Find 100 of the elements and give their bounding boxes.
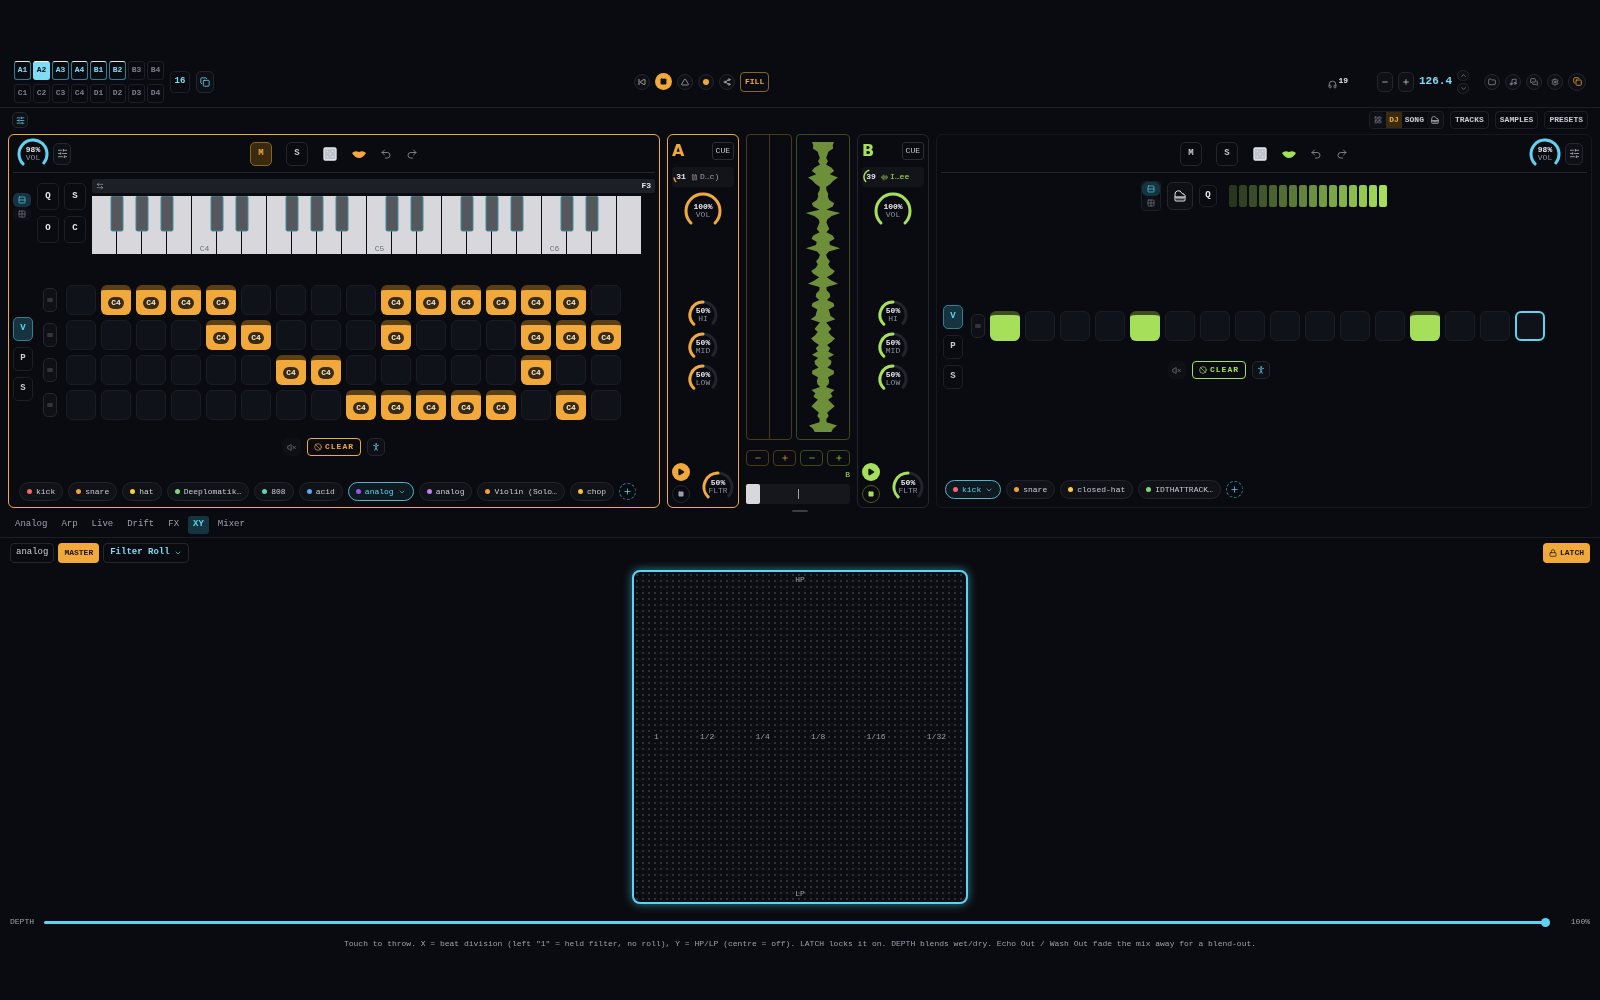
pattern-slot[interactable]: D2 xyxy=(109,83,126,103)
pad-mode-button[interactable]: S xyxy=(64,183,86,210)
step-pad[interactable] xyxy=(1410,311,1440,341)
track-chip[interactable]: chop xyxy=(569,482,615,501)
panel-tab[interactable]: Analog xyxy=(10,515,53,534)
settings-button[interactable] xyxy=(1547,73,1563,90)
track-chip[interactable]: snare xyxy=(68,482,118,501)
stop-button[interactable] xyxy=(655,73,672,90)
step-pad[interactable]: C4 xyxy=(171,285,201,315)
pattern-length-button[interactable]: 16 xyxy=(170,70,190,93)
pad-mode-button[interactable]: C xyxy=(64,215,86,243)
mute-button[interactable]: M xyxy=(250,141,272,166)
track-chip[interactable]: IDTHATTRACK… xyxy=(1138,480,1221,499)
panel-tab[interactable]: Mixer xyxy=(212,515,250,534)
solo-button[interactable]: S xyxy=(286,141,308,166)
mode-tab[interactable]: V xyxy=(13,317,33,341)
step-pad[interactable]: C4 xyxy=(241,320,271,350)
resize-handle[interactable] xyxy=(792,510,808,512)
effect-dropdown[interactable]: Filter Roll xyxy=(103,543,189,563)
step-pad[interactable]: C4 xyxy=(521,320,551,350)
step-pad[interactable]: C4 xyxy=(101,285,131,315)
play-button[interactable] xyxy=(862,463,880,481)
pattern-slot[interactable]: D3 xyxy=(128,83,145,103)
step-pad[interactable]: C4 xyxy=(381,285,411,315)
track-chip[interactable]: kick xyxy=(19,482,64,501)
step-pad[interactable]: C4 xyxy=(416,390,446,420)
xy-pad[interactable]: HP 1 1/2 1/4 1/8 1/16 1/32 LP xyxy=(632,570,968,904)
pattern-slot[interactable]: A1 xyxy=(14,60,31,80)
pattern-slot[interactable]: B1 xyxy=(90,60,107,80)
nudge-minus-button[interactable] xyxy=(800,450,823,466)
nudge-down-button[interactable] xyxy=(1457,82,1469,94)
step-pad[interactable]: C4 xyxy=(486,390,516,420)
step-pad[interactable]: C4 xyxy=(521,285,551,315)
redo-icon[interactable] xyxy=(1336,147,1348,160)
step-pad[interactable]: C4 xyxy=(451,390,481,420)
step-pad[interactable]: C4 xyxy=(556,285,586,315)
cue-button[interactable]: CUE xyxy=(711,142,734,160)
nudge-up-button[interactable] xyxy=(1457,69,1469,81)
nudge-minus-button[interactable] xyxy=(746,450,769,466)
layers-button[interactable] xyxy=(1568,72,1586,91)
headphones-icon[interactable] xyxy=(1328,79,1338,89)
list-view-button[interactable] xyxy=(1142,182,1160,196)
mode-tab[interactable]: P xyxy=(943,335,963,359)
track-chip[interactable]: Deeplomatik… xyxy=(166,482,250,501)
mute-toggle-button[interactable] xyxy=(1168,361,1186,379)
step-pad[interactable]: C4 xyxy=(451,285,481,315)
row-handle-button[interactable] xyxy=(43,323,57,347)
step-pad[interactable]: C4 xyxy=(311,355,341,385)
undo-icon[interactable] xyxy=(380,147,392,160)
view-tab[interactable]: SONG xyxy=(1401,112,1427,128)
track-chip[interactable]: acid xyxy=(298,482,343,501)
pattern-slot[interactable]: A4 xyxy=(71,60,88,80)
track-chip[interactable]: analog xyxy=(418,482,473,501)
latch-button[interactable]: LATCH xyxy=(1543,543,1590,563)
sliders-button[interactable] xyxy=(53,142,71,165)
nudge-plus-button[interactable] xyxy=(827,450,850,466)
music-button[interactable] xyxy=(1505,73,1521,90)
panel-tab[interactable]: Drift xyxy=(122,515,160,534)
track-chip[interactable]: analog xyxy=(347,482,414,501)
pattern-slot[interactable]: A2 xyxy=(33,60,50,80)
share-button[interactable] xyxy=(719,73,735,90)
folder-button[interactable] xyxy=(1484,73,1500,90)
step-pad[interactable]: C4 xyxy=(591,320,621,350)
pattern-slot[interactable]: B3 xyxy=(128,60,145,80)
mode-tab[interactable]: S xyxy=(943,365,963,389)
pattern-slot[interactable]: B4 xyxy=(147,60,164,80)
cue-button[interactable]: CUE xyxy=(901,142,924,160)
tempo-down-button[interactable] xyxy=(1377,71,1393,92)
mode-tab[interactable]: S xyxy=(13,377,33,401)
pattern-slot[interactable]: D4 xyxy=(147,83,164,103)
track-chip[interactable]: Violin (Solo… xyxy=(477,482,565,501)
step-pad[interactable]: C4 xyxy=(486,285,516,315)
instrument-button[interactable]: analog xyxy=(10,543,55,563)
dice-icon[interactable] xyxy=(1252,145,1268,162)
step-pad[interactable]: C4 xyxy=(556,320,586,350)
play-button[interactable] xyxy=(672,463,690,481)
mode-tab[interactable]: V xyxy=(943,305,963,329)
keyboard-ruler[interactable]: F3 xyxy=(92,179,655,193)
run-button[interactable] xyxy=(1252,361,1270,379)
knob-arc[interactable] xyxy=(17,138,49,165)
knob-arc[interactable] xyxy=(1529,138,1561,165)
step-pad[interactable]: C4 xyxy=(206,285,236,315)
step-pad[interactable]: C4 xyxy=(381,320,411,350)
mute-toggle-button[interactable] xyxy=(283,438,301,456)
step-pad[interactable] xyxy=(1130,311,1160,341)
pad-mode-button[interactable]: O xyxy=(37,215,59,243)
depth-thumb[interactable] xyxy=(1541,917,1550,927)
pattern-slot[interactable]: C4 xyxy=(71,83,88,103)
step-pad[interactable]: C4 xyxy=(206,320,236,350)
row-handle-button[interactable] xyxy=(43,358,57,382)
panel-tab[interactable]: Arp xyxy=(56,515,83,534)
pad-mode-button[interactable]: Q xyxy=(37,183,59,210)
crossfader-track[interactable] xyxy=(746,484,850,504)
pattern-slot[interactable]: B2 xyxy=(109,60,126,80)
dice-icon[interactable] xyxy=(322,145,338,162)
piano-view-button[interactable] xyxy=(1426,112,1443,128)
step-pad[interactable]: C4 xyxy=(381,390,411,420)
view-tab[interactable]: DJ xyxy=(1386,112,1402,128)
solo-button[interactable]: S xyxy=(1216,141,1238,166)
grid-view-button[interactable] xyxy=(1142,196,1160,210)
